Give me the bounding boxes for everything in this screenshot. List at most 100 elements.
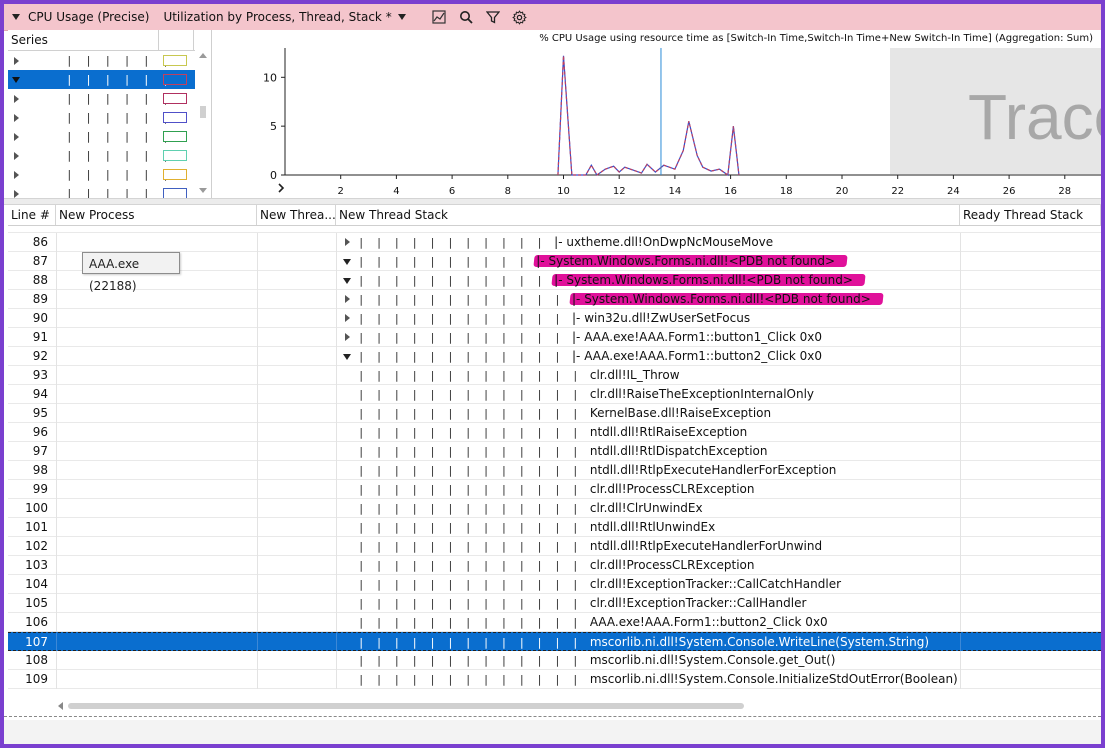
stack-cell[interactable]: | | | | | | | | | | | | | clr.dll!Proces… xyxy=(340,556,960,574)
horizontal-scrollbar[interactable] xyxy=(56,698,1101,714)
series-row[interactable]: | | | | | | xyxy=(8,127,195,146)
series-color-swatch[interactable] xyxy=(163,131,187,142)
series-scrollbar[interactable] xyxy=(197,50,209,196)
table-row[interactable]: 107 | | | | | | | | | | | | | mscorlib.n… xyxy=(8,632,1101,652)
expand-icon[interactable] xyxy=(14,171,19,179)
stack-cell[interactable]: | | | | | | | | | | | | | mscorlib.ni.dl… xyxy=(340,633,960,651)
table-row[interactable]: 97 | | | | | | | | | | | | | ntdll.dll!R… xyxy=(8,442,1101,461)
table-row[interactable]: 106 | | | | | | | | | | | | | AAA.exe!AA… xyxy=(8,613,1101,632)
column-header-line[interactable]: Line # xyxy=(8,205,56,225)
series-color-swatch[interactable] xyxy=(163,169,187,180)
chart-icon[interactable] xyxy=(430,8,448,26)
table-row[interactable]: 100 | | | | | | | | | | | | | clr.dll!Cl… xyxy=(8,499,1101,518)
table-row[interactable]: 99 | | | | | | | | | | | | | clr.dll!Pro… xyxy=(8,480,1101,499)
stack-cell[interactable]: | | | | | | | | | | | | | ntdll.dll!RtlD… xyxy=(340,442,960,460)
expand-icon[interactable] xyxy=(14,190,19,198)
table-row[interactable]: 91 | | | | | | | | | | | | |- AAA.exe!AA… xyxy=(8,328,1101,347)
expand-node-icon[interactable] xyxy=(345,314,350,322)
stack-cell[interactable]: | | | | | | | | | | | | | AAA.exe!AAA.Fo… xyxy=(340,613,960,631)
column-divider xyxy=(257,633,258,652)
stack-cell[interactable]: | | | | | | | | | | | | | ntdll.dll!RtlR… xyxy=(340,423,960,441)
horizontal-scroll-thumb[interactable] xyxy=(68,703,744,709)
collapse-graph-toggle[interactable] xyxy=(12,14,20,20)
grid-body[interactable]: 86 | | | | | | | | | | | |- uxtheme.dll!… xyxy=(8,226,1101,694)
series-color-swatch[interactable] xyxy=(163,55,187,66)
stack-cell[interactable]: | | | | | | | | | | | | |- System.Window… xyxy=(340,290,960,308)
stack-cell[interactable]: | | | | | | | | | | | | | clr.dll!Except… xyxy=(340,575,960,593)
table-row[interactable]: 102 | | | | | | | | | | | | | ntdll.dll!… xyxy=(8,537,1101,556)
series-color-swatch[interactable] xyxy=(163,150,187,161)
table-row[interactable]: 101 | | | | | | | | | | | | | ntdll.dll!… xyxy=(8,518,1101,537)
stack-cell[interactable]: | | | | | | | | | | |- System.Windows.Fo… xyxy=(340,252,960,270)
line-number: 99 xyxy=(32,482,48,496)
series-color-swatch[interactable] xyxy=(163,188,187,198)
search-icon[interactable] xyxy=(457,8,475,26)
series-row[interactable]: | | | | | | xyxy=(8,165,195,184)
stack-cell[interactable]: | | | | | | | | | | | | | clr.dll!ClrUnw… xyxy=(340,499,960,517)
table-row[interactable]: 98 | | | | | | | | | | | | | ntdll.dll!R… xyxy=(8,461,1101,480)
stack-cell[interactable]: | | | | | | | | | | | | |- win32u.dll!Zw… xyxy=(340,309,960,327)
stack-cell[interactable]: | | | | | | | | | | | | |- AAA.exe!AAA.F… xyxy=(340,328,960,346)
stack-cell[interactable]: | | | | | | | | | | | | |- AAA.exe!AAA.F… xyxy=(340,347,960,365)
stack-cell[interactable]: | | | | | | | | | | | | | ntdll.dll!RtlU… xyxy=(340,518,960,536)
table-row[interactable]: 90 | | | | | | | | | | | | |- win32u.dll… xyxy=(8,309,1101,328)
expand-icon[interactable] xyxy=(14,95,19,103)
collapse-node-icon[interactable] xyxy=(343,259,351,265)
expand-node-icon[interactable] xyxy=(345,333,350,341)
stack-cell[interactable]: | | | | | | | | | | | | | ntdll.dll!Rtlp… xyxy=(340,461,960,479)
table-row[interactable]: 92 | | | | | | | | | | | | |- AAA.exe!AA… xyxy=(8,347,1101,366)
table-row[interactable]: 86 | | | | | | | | | | | |- uxtheme.dll!… xyxy=(8,233,1101,252)
column-header-ready-thread-stack[interactable]: Ready Thread Stack xyxy=(960,205,1101,225)
table-row[interactable]: 94 | | | | | | | | | | | | | clr.dll!Rai… xyxy=(8,385,1101,404)
table-row[interactable]: 104 | | | | | | | | | | | | | clr.dll!Ex… xyxy=(8,575,1101,594)
stack-cell[interactable]: | | | | | | | | | | | |- uxtheme.dll!OnD… xyxy=(340,233,960,251)
column-divider xyxy=(960,594,961,613)
table-row[interactable]: 105 | | | | | | | | | | | | | clr.dll!Ex… xyxy=(8,594,1101,613)
expand-icon[interactable] xyxy=(14,133,19,141)
stack-cell[interactable]: | | | | | | | | | | | | | clr.dll!RaiseT… xyxy=(340,385,960,403)
column-header-new-thread[interactable]: New Threa... xyxy=(257,205,336,225)
series-row[interactable]: | | | | | | xyxy=(8,146,195,165)
pane-splitter[interactable] xyxy=(4,198,1101,205)
column-header-new-process[interactable]: New Process xyxy=(56,205,257,225)
expanded-icon[interactable] xyxy=(12,77,20,83)
stack-cell[interactable]: | | | | | | | | | | | | | mscorlib.ni.dl… xyxy=(340,670,960,688)
scroll-left-arrow[interactable] xyxy=(58,702,63,710)
series-row[interactable]: | | | | | | xyxy=(8,108,195,127)
series-color-swatch[interactable] xyxy=(163,112,187,123)
expand-node-icon[interactable] xyxy=(345,295,350,303)
table-row[interactable]: 103 | | | | | | | | | | | | | clr.dll!Pr… xyxy=(8,556,1101,575)
table-row[interactable]: 95 | | | | | | | | | | | | | KernelBase.… xyxy=(8,404,1101,423)
stack-cell[interactable]: | | | | | | | | | | | | | KernelBase.dll… xyxy=(340,404,960,422)
table-row[interactable]: 108 | | | | | | | | | | | | | mscorlib.n… xyxy=(8,651,1101,670)
stack-cell[interactable]: | | | | | | | | | | | |- System.Windows.… xyxy=(340,271,960,289)
series-row[interactable]: | | | | | | xyxy=(8,184,195,198)
table-row[interactable]: 109 | | | | | | | | | | | | | mscorlib.n… xyxy=(8,670,1101,689)
column-header-new-thread-stack[interactable]: New Thread Stack xyxy=(336,205,960,225)
expand-icon[interactable] xyxy=(14,57,19,65)
stack-cell[interactable]: | | | | | | | | | | | | | clr.dll!IL_Thr… xyxy=(340,366,960,384)
stack-cell[interactable]: | | | | | | | | | | | | | ntdll.dll!Rtlp… xyxy=(340,537,960,555)
table-row[interactable]: 96 | | | | | | | | | | | | | ntdll.dll!R… xyxy=(8,423,1101,442)
table-row[interactable]: 93 | | | | | | | | | | | | | clr.dll!IL_… xyxy=(8,366,1101,385)
series-row[interactable]: | | | | | | xyxy=(8,51,195,70)
expand-icon[interactable] xyxy=(14,114,19,122)
collapse-node-icon[interactable] xyxy=(343,354,351,360)
series-color-swatch[interactable] xyxy=(163,74,187,85)
gear-icon[interactable] xyxy=(511,8,529,26)
table-row[interactable] xyxy=(8,689,1101,694)
preset-dropdown[interactable]: Utilization by Process, Thread, Stack * xyxy=(163,10,406,24)
expand-node-icon[interactable] xyxy=(345,238,350,246)
expand-icon[interactable] xyxy=(14,152,19,160)
series-row[interactable]: | | | | | | xyxy=(8,70,195,89)
table-row[interactable] xyxy=(8,226,1101,233)
stack-cell[interactable]: | | | | | | | | | | | | | clr.dll!Except… xyxy=(340,594,960,612)
series-color-swatch[interactable] xyxy=(163,93,187,104)
stack-cell[interactable]: | | | | | | | | | | | | | clr.dll!Proces… xyxy=(340,480,960,498)
collapse-node-icon[interactable] xyxy=(343,278,351,284)
table-row[interactable]: 89 | | | | | | | | | | | | |- System.Win… xyxy=(8,290,1101,309)
series-row[interactable]: | | | | | | xyxy=(8,89,195,108)
filter-icon[interactable] xyxy=(484,8,502,26)
cpu-usage-chart[interactable]: Trace % CPU Usage using resource time as… xyxy=(212,30,1101,198)
stack-cell[interactable]: | | | | | | | | | | | | | mscorlib.ni.dl… xyxy=(340,651,960,669)
